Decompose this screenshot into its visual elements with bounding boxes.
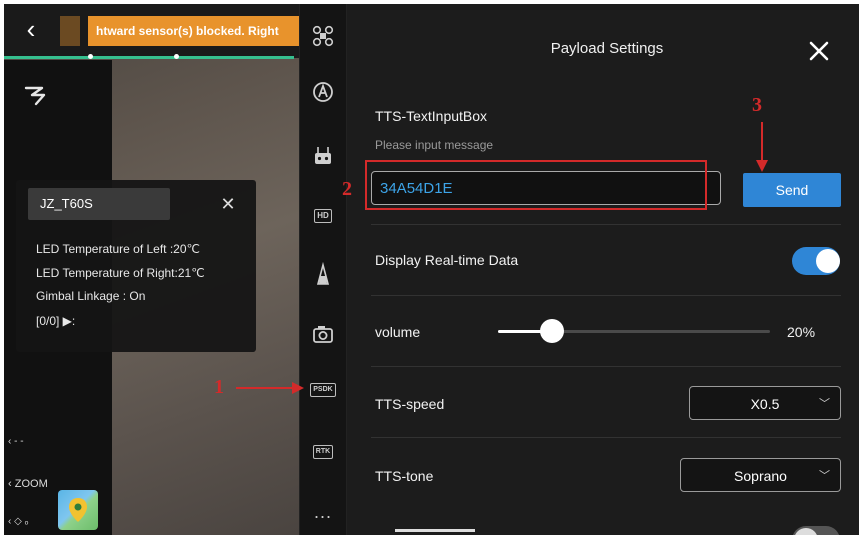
payload-name: JZ_T60S	[28, 188, 170, 220]
location-readout: ‹ ◇ ₒ	[8, 516, 29, 527]
drone-icon[interactable]	[307, 22, 339, 50]
sensor-warning-banner: htward sensor(s) blocked. Right	[88, 16, 299, 46]
app-window: ‹ htward sensor(s) blocked. Right JZ_T60…	[4, 4, 859, 535]
progress-marker	[88, 54, 93, 59]
divider	[371, 437, 841, 438]
more-icon[interactable]: ...	[307, 498, 339, 526]
rtk-icon[interactable]: RTK	[307, 438, 339, 466]
psdk-label: PSDK	[310, 383, 336, 397]
map-thumbnail[interactable]	[58, 490, 98, 530]
divider	[371, 224, 841, 225]
tts-tone-select[interactable]: Soprano ﹀	[680, 458, 841, 492]
panel-title: Payload Settings	[550, 40, 664, 57]
tts-input-hint: Please input message	[375, 138, 494, 152]
progress-marker	[174, 54, 179, 59]
toggle-knob	[816, 249, 840, 273]
tts-tone-label: TTS-tone	[375, 468, 434, 484]
payload-info-panel: JZ_T60S ✕ LED Temperature of Left :20℃ L…	[16, 180, 256, 352]
realtime-data-toggle[interactable]	[792, 247, 840, 275]
annotation-label-3: 3	[752, 94, 762, 116]
annotation-label-1: 1	[214, 376, 224, 398]
volume-label: volume	[375, 324, 421, 340]
gimbal-linkage: Gimbal Linkage : On	[36, 289, 146, 303]
realtime-data-label: Display Real-time Data	[375, 252, 519, 268]
annotation-label-2: 2	[342, 178, 352, 200]
tts-speed-select[interactable]: X0.5 ﹀	[689, 386, 841, 420]
figure-icon[interactable]	[307, 260, 339, 288]
readout-dashes: ‹ - -	[8, 436, 24, 447]
divider	[371, 366, 841, 367]
send-button[interactable]: Send	[743, 173, 841, 207]
rtk-label: RTK	[312, 445, 334, 459]
next-item-slider[interactable]	[395, 529, 475, 532]
volume-slider-thumb[interactable]	[540, 319, 565, 343]
zoom-label: ZOOM	[14, 478, 48, 490]
more-label: ...	[313, 501, 332, 522]
autopilot-icon[interactable]	[307, 78, 339, 106]
next-item-toggle[interactable]	[792, 526, 840, 535]
psdk-icon[interactable]: PSDK	[307, 376, 339, 404]
back-button[interactable]: ‹	[18, 14, 44, 44]
map-pin-icon	[69, 498, 87, 522]
hd-label: HD	[314, 209, 332, 223]
divider	[371, 295, 841, 296]
tts-speed-value: X0.5	[750, 396, 780, 412]
drone-logo-icon	[24, 86, 46, 106]
chevron-down-icon: ﹀	[819, 398, 830, 410]
chevron-down-icon: ﹀	[819, 470, 830, 482]
progress-line	[4, 56, 294, 59]
close-icon[interactable]	[802, 34, 836, 68]
volume-slider[interactable]	[498, 319, 770, 343]
camera-icon[interactable]	[307, 320, 339, 348]
tts-input-label: TTS-TextInputBox	[375, 108, 488, 124]
zoom-readout: ‹ ZOOM	[8, 478, 48, 490]
tts-speed-label: TTS-speed	[375, 396, 445, 412]
close-icon[interactable]: ✕	[216, 188, 240, 220]
led-right-temp: LED Temperature of Right:21℃	[36, 266, 205, 280]
led-left-temp: LED Temperature of Left :20℃	[36, 242, 201, 256]
side-toolbar: HD PSDK RTK ...	[299, 4, 347, 535]
payload-settings-panel: Payload Settings TTS-TextInputBox Please…	[347, 4, 859, 535]
hd-icon[interactable]: HD	[307, 202, 339, 230]
input-highlight-box	[365, 160, 707, 210]
controller-icon[interactable]	[307, 142, 339, 170]
playback-counter[interactable]: [0/0] ▶:	[36, 314, 75, 328]
tts-tone-value: Soprano	[734, 468, 787, 484]
toggle-knob	[794, 528, 818, 535]
volume-value: 20%	[787, 324, 816, 340]
camera-view[interactable]: ‹ htward sensor(s) blocked. Right JZ_T60…	[4, 4, 299, 535]
status-chip	[60, 16, 80, 46]
